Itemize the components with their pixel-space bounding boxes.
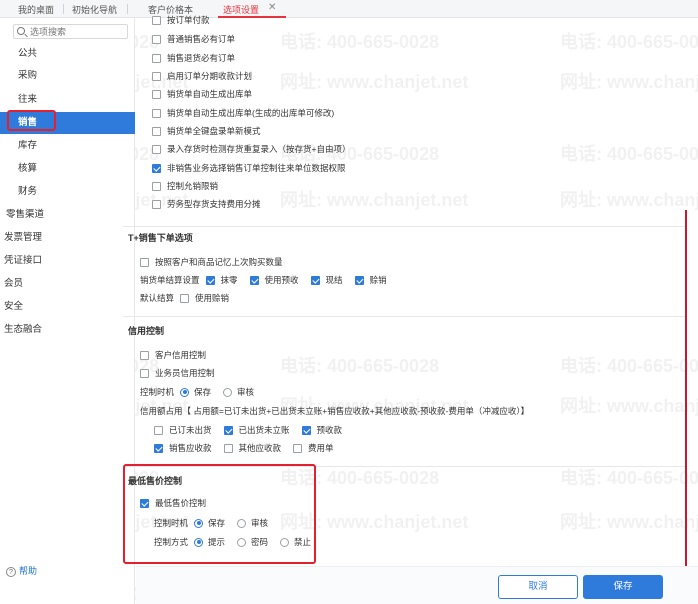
help-link[interactable]: ? 帮助 bbox=[6, 564, 37, 577]
help-label: 帮助 bbox=[19, 566, 38, 576]
checkbox-checked[interactable] bbox=[310, 275, 320, 285]
sidebar-item-ecosystem[interactable]: 生态融合 bbox=[0, 319, 135, 341]
watermark-text: 电话: 400-665-0028 bbox=[560, 468, 698, 488]
radio-checked[interactable] bbox=[180, 387, 190, 397]
search-input[interactable] bbox=[30, 26, 125, 37]
option-data-permission[interactable]: 非销售业务选择销售订单控制往来单位数据权限 bbox=[152, 162, 346, 174]
option-normal-sales-require-order[interactable]: 普通销售必有订单 bbox=[152, 33, 235, 45]
sidebar: 公共 采购 往来 销售 库存 核算 财务 零售渠道 发票管理 凭证接口 会员 安… bbox=[0, 18, 135, 604]
option-installment-plan[interactable]: 启用订单分期收款计划 bbox=[152, 70, 252, 82]
close-icon[interactable]: ✕ bbox=[268, 2, 276, 13]
option-customer-credit[interactable]: 客户信用控制 bbox=[140, 349, 206, 361]
tab-bar: 我的桌面 初始化导航 客户价格本 选项设置 ✕ bbox=[0, 0, 698, 18]
section-title-credit: 信用控制 bbox=[128, 326, 165, 336]
checkbox-checked[interactable] bbox=[205, 275, 215, 285]
checkbox[interactable] bbox=[152, 89, 161, 99]
sidebar-item-member[interactable]: 会员 bbox=[0, 273, 135, 295]
checkbox[interactable] bbox=[293, 443, 303, 453]
search-box[interactable] bbox=[13, 24, 128, 39]
option-remember-quantity[interactable]: 按照客户和商品记忆上次购买数量 bbox=[140, 256, 283, 268]
watermark-text: 电话: 400-665-0028 bbox=[560, 144, 698, 164]
checkbox[interactable] bbox=[140, 257, 149, 267]
checkbox[interactable] bbox=[152, 71, 161, 81]
checkbox-checked[interactable] bbox=[152, 163, 161, 173]
watermark-text: 网址: www.chanjet.net bbox=[560, 396, 698, 416]
sidebar-item-finance[interactable]: 财务 bbox=[0, 181, 135, 203]
section-divider bbox=[123, 226, 685, 227]
checkbox[interactable] bbox=[152, 15, 161, 25]
checkbox[interactable] bbox=[223, 443, 233, 453]
occupy-row-2: 销售应收款 其他应收款 费用单 bbox=[154, 442, 334, 454]
red-edge-line bbox=[685, 210, 687, 604]
option-auto-outbound-editable[interactable]: 销货单自动生成出库单(生成的出库单可修改) bbox=[152, 107, 334, 119]
tab-separator bbox=[127, 4, 128, 14]
watermark-text: 电话: 400-665-0028 bbox=[560, 32, 698, 52]
min-price-highlight-box bbox=[123, 464, 316, 564]
search-icon bbox=[17, 27, 25, 35]
credit-timing-label: 控制时机 bbox=[140, 387, 175, 397]
sidebar-item-public[interactable]: 公共 bbox=[0, 43, 135, 65]
checkbox[interactable] bbox=[152, 181, 161, 191]
sidebar-item-accounting[interactable]: 核算 bbox=[0, 158, 135, 180]
sidebar-item-purchase[interactable]: 采购 bbox=[0, 65, 135, 87]
option-sales-restriction[interactable]: 控制允销限销 bbox=[152, 180, 218, 192]
watermark-text: 网址: www.chanjet.net bbox=[560, 72, 698, 92]
active-tab-indicator bbox=[218, 16, 286, 18]
checkbox[interactable] bbox=[140, 350, 149, 360]
checkbox[interactable] bbox=[152, 199, 161, 209]
checkbox[interactable] bbox=[154, 425, 163, 435]
occupy-row-1: 已订未出货 已出货未立账 预收款 bbox=[154, 424, 342, 436]
checkbox-checked[interactable] bbox=[223, 425, 233, 435]
sidebar-item-retail[interactable]: 零售渠道 bbox=[0, 204, 135, 226]
checkbox[interactable] bbox=[152, 53, 161, 63]
sidebar-item-contacts[interactable]: 往来 bbox=[0, 89, 135, 111]
checkbox[interactable] bbox=[152, 144, 161, 154]
checkbox-checked[interactable] bbox=[249, 275, 259, 285]
checkbox[interactable] bbox=[152, 34, 161, 44]
sidebar-item-voucher[interactable]: 凭证接口 bbox=[0, 250, 135, 272]
watermark-text: 电话: 400-665-0028 bbox=[280, 32, 440, 52]
sidebar-highlight-box bbox=[7, 110, 56, 131]
credit-formula: 信用额占用【 占用额=已订未出货+已出货未立账+销售应收款+其他应收款-预收款-… bbox=[140, 406, 530, 416]
sidebar-item-invoice[interactable]: 发票管理 bbox=[0, 227, 135, 249]
section-title-tplus: T+销售下单选项 bbox=[128, 233, 193, 243]
option-auto-outbound[interactable]: 销货单自动生成出库单 bbox=[152, 88, 252, 100]
section-divider bbox=[123, 316, 685, 317]
option-return-require-order[interactable]: 销售退货必有订单 bbox=[152, 52, 235, 64]
checkbox[interactable] bbox=[140, 368, 149, 378]
question-icon: ? bbox=[6, 567, 16, 577]
tab-desktop[interactable]: 我的桌面 bbox=[18, 3, 54, 16]
option-keyboard-entry[interactable]: 销货单全键盘录单新模式 bbox=[152, 125, 261, 137]
sidebar-item-inventory[interactable]: 库存 bbox=[0, 135, 135, 157]
default-settle-row: 默认结算 使用赊销 bbox=[140, 293, 230, 303]
watermark-text: 电话: 400-665-0028 bbox=[280, 356, 440, 376]
sidebar-item-security[interactable]: 安全 bbox=[0, 296, 135, 318]
tab-separator bbox=[63, 4, 64, 14]
checkbox-checked[interactable] bbox=[354, 275, 364, 285]
watermark-text: 网址: www.chanjet.net bbox=[280, 72, 469, 92]
watermark-text: 电话: 400-665-0028 bbox=[560, 356, 698, 376]
checkbox-checked[interactable] bbox=[301, 425, 311, 435]
tab-option-settings[interactable]: 选项设置 bbox=[223, 3, 259, 16]
watermark-text: 网址: www.chanjet.net bbox=[560, 190, 698, 210]
option-salesman-credit[interactable]: 业务员信用控制 bbox=[140, 367, 215, 379]
watermark-text: 网址: www.chanjet.net bbox=[280, 190, 469, 210]
settle-settings-label: 销货单结算设置 bbox=[140, 275, 200, 285]
checkbox[interactable] bbox=[180, 293, 190, 303]
checkbox-checked[interactable] bbox=[154, 443, 163, 453]
checkbox[interactable] bbox=[152, 126, 161, 136]
tab-init-nav[interactable]: 初始化导航 bbox=[72, 3, 117, 16]
radio[interactable] bbox=[223, 387, 233, 397]
option-pay-by-order[interactable]: 按订单付款 bbox=[152, 14, 210, 26]
save-button[interactable]: 保存 bbox=[583, 575, 663, 599]
watermark-text: 网址: www.chanjet.net bbox=[560, 512, 698, 532]
settle-settings-row: 销货单结算设置 抹零 使用预收 现结 赊销 bbox=[140, 275, 387, 285]
option-service-expense-share[interactable]: 劳务型存货支持费用分摊 bbox=[152, 198, 261, 210]
credit-timing-row: 控制时机 保存 审核 bbox=[140, 387, 255, 397]
default-settle-label: 默认结算 bbox=[140, 293, 175, 303]
option-duplicate-check[interactable]: 录入存货时检测存货重复录入（按存货+自由项） bbox=[152, 143, 350, 155]
cancel-button[interactable]: 取消 bbox=[498, 575, 578, 599]
checkbox[interactable] bbox=[152, 108, 161, 118]
